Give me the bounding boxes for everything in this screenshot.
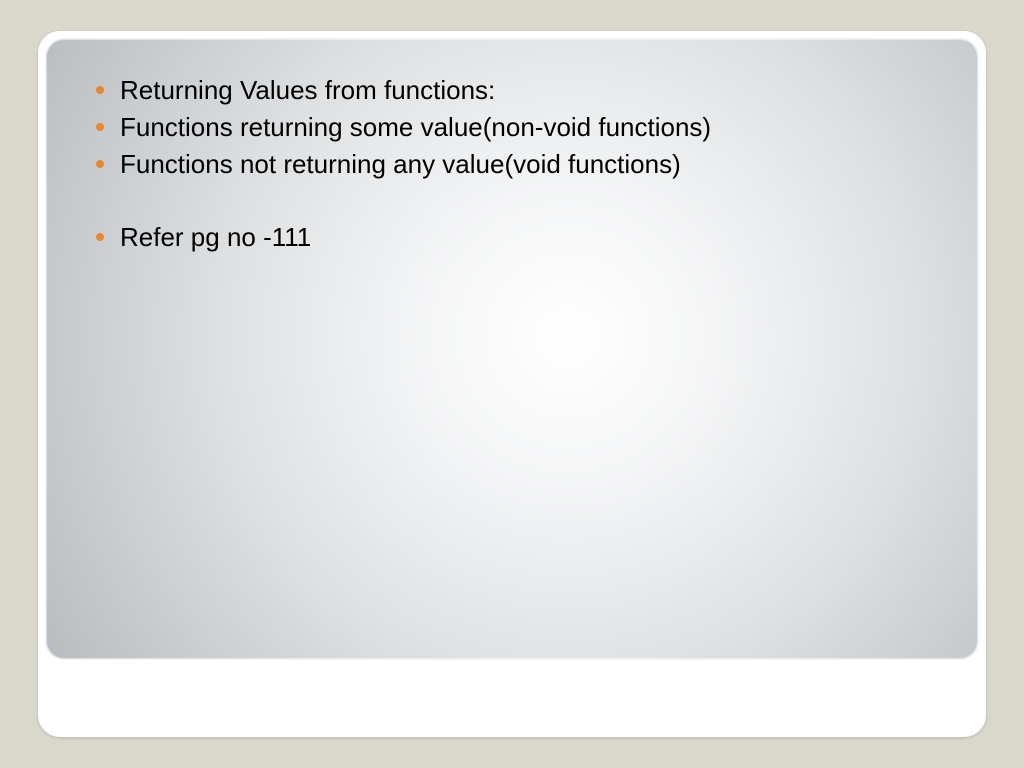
spacer bbox=[92, 184, 950, 220]
bullet-list-2: Refer pg no -111 bbox=[92, 220, 950, 255]
slide-card: Returning Values from functions: Functio… bbox=[38, 31, 986, 737]
list-item: Functions returning some value(non-void … bbox=[92, 110, 950, 145]
list-item: Returning Values from functions: bbox=[92, 73, 950, 108]
bullet-list-1: Returning Values from functions: Functio… bbox=[92, 73, 950, 182]
slide-content-panel: Returning Values from functions: Functio… bbox=[46, 39, 978, 659]
list-item: Refer pg no -111 bbox=[92, 220, 950, 255]
list-item: Functions not returning any value(void f… bbox=[92, 147, 950, 182]
